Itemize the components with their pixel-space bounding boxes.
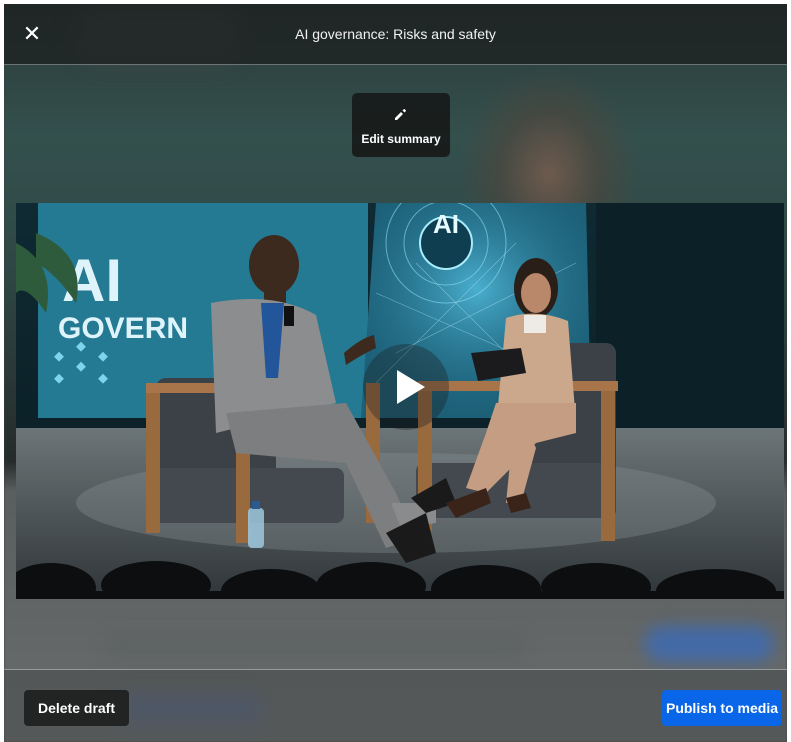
edit-summary-button[interactable]: Edit summary (352, 93, 450, 157)
modal-footer: Delete draft Publish to media (4, 669, 787, 742)
modal-title: AI governance: Risks and safety (295, 26, 496, 42)
modal-header: ✕ AI governance: Risks and safety (4, 4, 787, 65)
video-thumbnail[interactable]: AI GOVERN AI (16, 203, 784, 599)
publish-to-media-button[interactable]: Publish to media (662, 690, 782, 726)
play-icon (397, 370, 425, 404)
delete-draft-button[interactable]: Delete draft (24, 690, 129, 726)
pencil-icon (395, 109, 406, 120)
edit-summary-label: Edit summary (361, 132, 441, 146)
screen-text-govern: GOVERN (58, 312, 188, 345)
blurred-background-shape (104, 634, 524, 660)
blurred-background-shape (644, 626, 774, 662)
screen-badge-text: AI (433, 209, 459, 239)
play-button[interactable] (363, 344, 449, 430)
video-preview-modal: ✕ AI governance: Risks and safety Edit s… (4, 4, 787, 742)
